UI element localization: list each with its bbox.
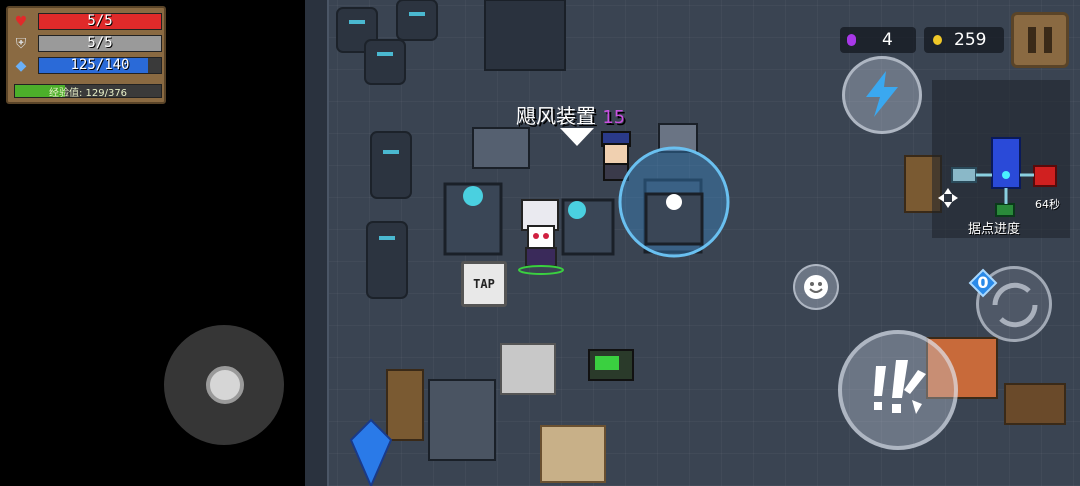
device-label: 飓风装置 15 (516, 100, 625, 129)
armor-bar: 5/5 (38, 35, 162, 52)
status-panel: ♥ 5/5 ⛨ 5/5 ◆ 125/140 经验值: 129/376 (6, 6, 166, 104)
player-character (518, 199, 564, 275)
minimap[interactable] (932, 80, 1070, 238)
smiley-icon (804, 275, 828, 299)
energy-row: ◆ 125/140 (12, 56, 162, 75)
pause-icon-bar (1044, 27, 1052, 53)
swap-counter: 0 (968, 268, 998, 298)
selection-arrow-icon (560, 128, 594, 146)
shield-icon: ⛨ (15, 36, 27, 52)
move-arrows-icon (938, 188, 958, 208)
xp-bar: 经验值: 129/376 (14, 84, 162, 99)
xp-text: 经验值: 129/376 (48, 88, 128, 99)
hp-row: ♥ 5/5 (12, 12, 162, 31)
coin-count: 259 (954, 30, 987, 50)
attack-burst-icon (874, 360, 926, 414)
hurricane-device[interactable] (616, 146, 734, 258)
energy-gem-icon: ◆ (15, 58, 27, 74)
swap-counter-value: 0 (977, 273, 989, 292)
device-count: 15 (602, 107, 626, 128)
capture-timer: 64秒 (1035, 198, 1060, 211)
hp-bar: 5/5 (38, 13, 162, 30)
pause-icon (1028, 27, 1036, 53)
capture-progress-label: 据点进度 (968, 222, 1021, 237)
emote-button[interactable] (793, 264, 839, 310)
energy-bar: 125/140 (38, 57, 162, 74)
armor-row: ⛨ 5/5 (12, 34, 162, 53)
skill-button[interactable] (842, 56, 922, 134)
hp-text: 5/5 (87, 13, 113, 29)
minimap-rooms (951, 137, 1057, 217)
joystick-knob[interactable] (206, 366, 244, 404)
armor-text: 5/5 (87, 35, 113, 51)
purple-gem-icon (847, 34, 856, 46)
heart-icon: ♥ (14, 14, 28, 30)
attack-button[interactable] (838, 330, 958, 450)
gem-counter: 4 (840, 27, 916, 53)
tap-button[interactable]: TAP (461, 261, 507, 307)
coin-counter: 259 (924, 27, 1004, 53)
gem-count: 4 (882, 30, 893, 50)
pause-button[interactable] (1011, 12, 1069, 68)
energy-text: 125/140 (70, 57, 130, 73)
coin-icon (933, 35, 942, 45)
lightning-icon (866, 71, 898, 117)
device-name: 飓风装置 (516, 104, 596, 128)
